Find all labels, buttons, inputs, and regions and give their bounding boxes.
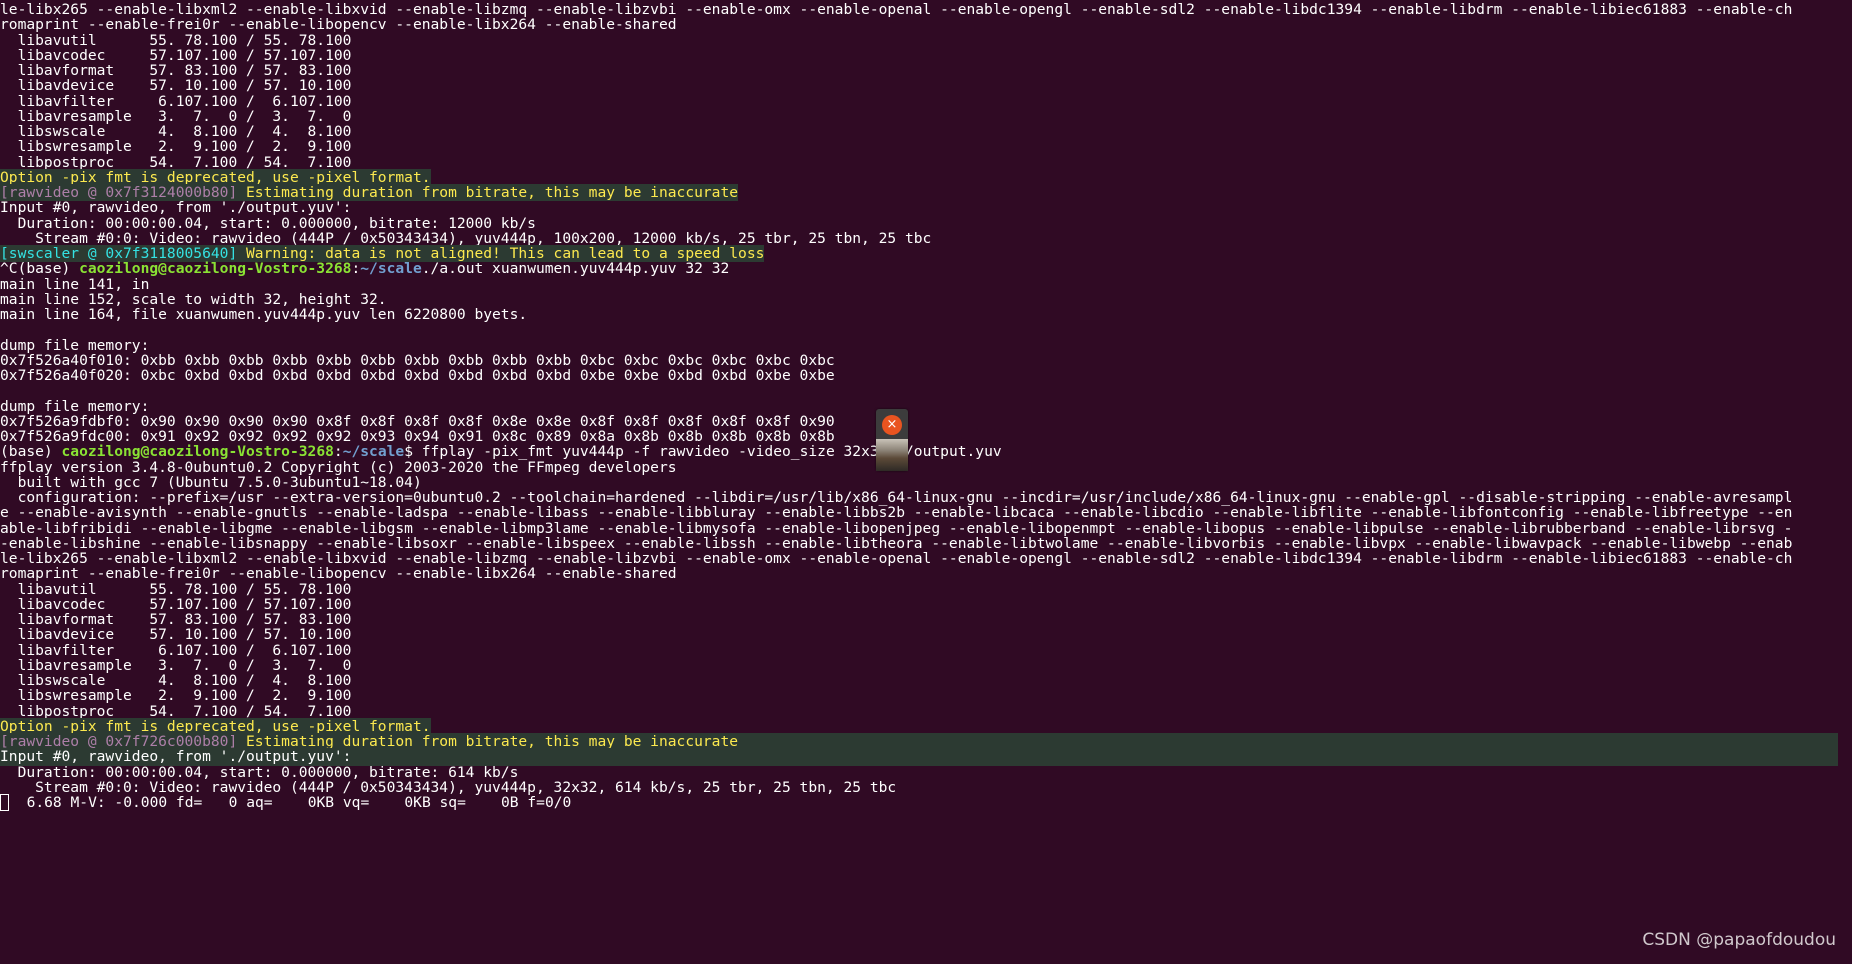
- terminal-text: 6.68 M-V: -0.000 fd= 0 aq= 0KB vq= 0KB s…: [9, 794, 572, 811]
- ffplay-window[interactable]: ×: [876, 409, 908, 471]
- text-cursor: [0, 794, 9, 811]
- close-icon[interactable]: ×: [882, 415, 902, 435]
- watermark: CSDN @papaofdoudou: [1642, 930, 1836, 950]
- terminal-line: 6.68 M-V: -0.000 fd= 0 aq= 0KB vq= 0KB s…: [0, 794, 1852, 812]
- video-preview: [876, 439, 908, 471]
- terminal-output[interactable]: le-libx265 --enable-libxml2 --enable-lib…: [0, 0, 1852, 964]
